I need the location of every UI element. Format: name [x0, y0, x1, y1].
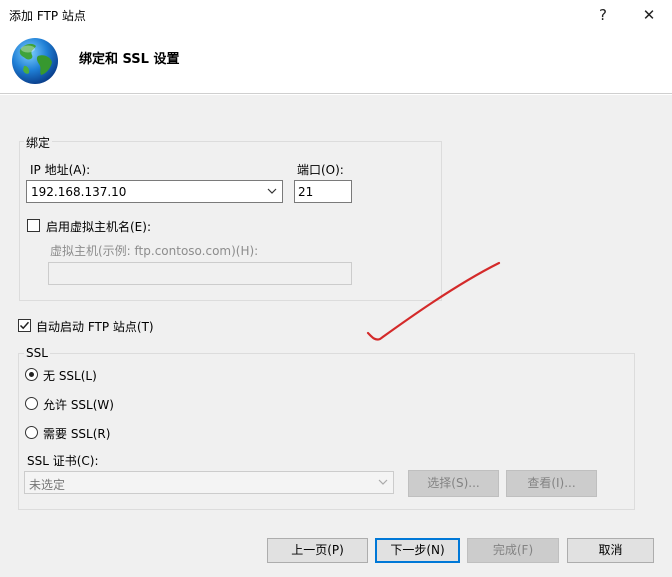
globe-icon [12, 38, 58, 84]
finish-button[interactable]: 完成(F) [467, 538, 559, 563]
close-button[interactable]: ✕ [636, 4, 662, 26]
ssl-option-none-label: 无 SSL(L) [43, 369, 97, 383]
radio-selected-dot [29, 372, 34, 377]
binding-legend: 绑定 [24, 134, 53, 151]
virtual-host-checkbox-label: 启用虚拟主机名(E): [46, 220, 151, 234]
ip-address-combo[interactable]: 192.168.137.10 [26, 180, 283, 203]
page-header: 绑定和 SSL 设置 [0, 31, 672, 94]
autostart-label: 自动启动 FTP 站点(T) [36, 320, 154, 334]
ssl-cert-value: 未选定 [29, 478, 66, 492]
ssl-option-none-radio[interactable] [25, 368, 38, 381]
ssl-option-allow-label: 允许 SSL(W) [43, 398, 114, 412]
page-title: 绑定和 SSL 设置 [79, 52, 180, 67]
window-title: 添加 FTP 站点 [9, 9, 86, 23]
ssl-legend: SSL [24, 346, 50, 360]
ip-address-label: IP 地址(A): [30, 163, 91, 177]
port-input[interactable]: 21 [294, 180, 352, 203]
select-cert-button[interactable]: 选择(S)... [408, 470, 499, 497]
port-label: 端口(O): [297, 163, 344, 177]
port-value: 21 [298, 185, 314, 199]
ssl-option-require-radio[interactable] [25, 426, 38, 439]
virtual-host-field-label: 虚拟主机(示例: ftp.contoso.com)(H): [50, 244, 259, 258]
virtual-host-input[interactable] [48, 262, 352, 285]
previous-button[interactable]: 上一页(P) [267, 538, 368, 563]
ssl-cert-label: SSL 证书(C): [27, 454, 99, 468]
ip-address-value: 192.168.137.10 [31, 185, 127, 199]
help-button[interactable]: ? [590, 4, 616, 26]
ssl-cert-combo[interactable]: 未选定 [24, 471, 394, 494]
virtual-host-checkbox[interactable] [27, 219, 40, 232]
chevron-down-icon [378, 479, 388, 485]
next-button[interactable]: 下一步(N) [375, 538, 460, 563]
checkmark-icon [19, 321, 30, 330]
autostart-checkbox[interactable] [18, 319, 31, 332]
chevron-down-icon [267, 188, 277, 194]
cancel-button[interactable]: 取消 [567, 538, 654, 563]
title-bar: 添加 FTP 站点 ? ✕ [0, 0, 672, 31]
ssl-option-allow-radio[interactable] [25, 397, 38, 410]
ssl-option-require-label: 需要 SSL(R) [43, 427, 111, 441]
annotation-checkmark-icon [366, 261, 501, 341]
view-cert-button[interactable]: 查看(I)... [506, 470, 597, 497]
